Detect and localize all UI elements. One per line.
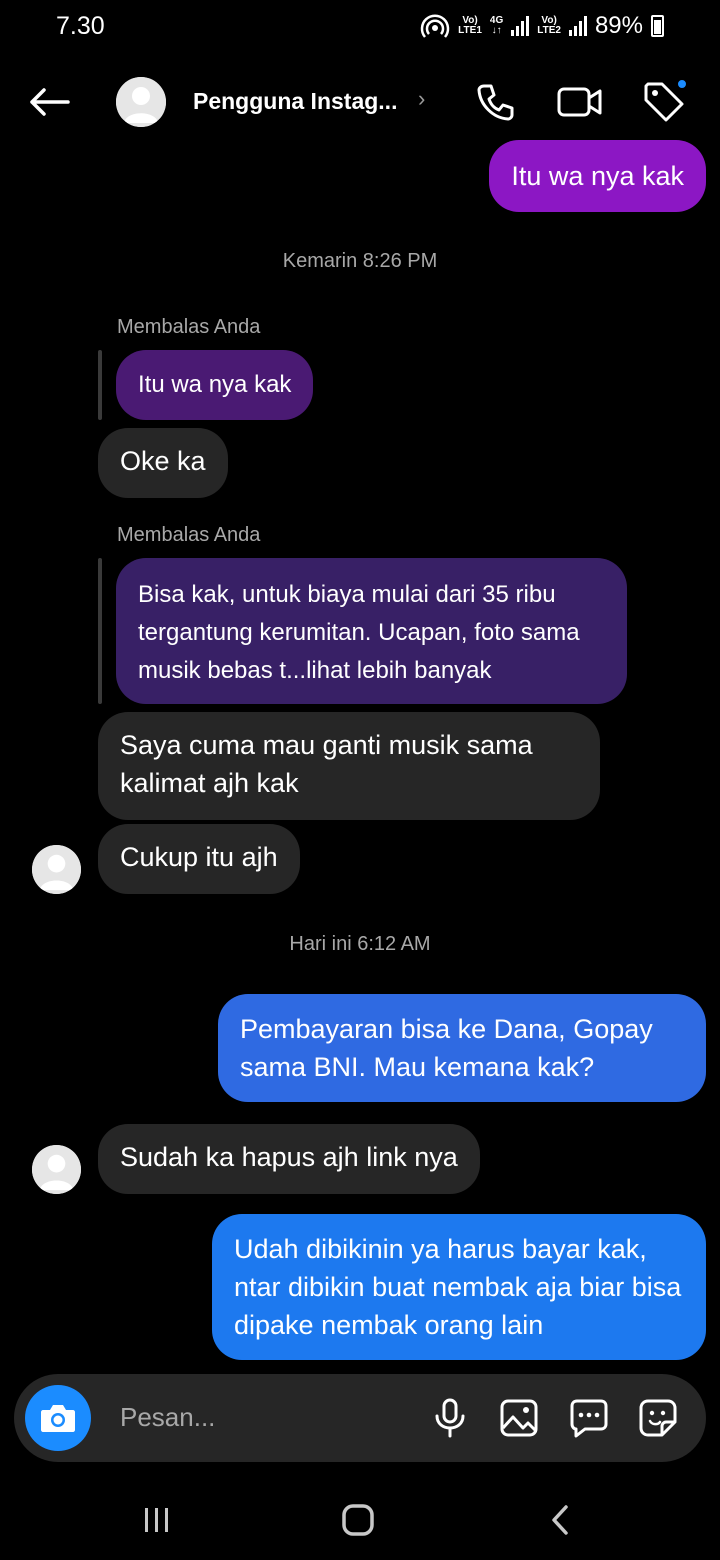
nav-back-button[interactable] <box>530 1498 590 1542</box>
reply-indicator-bar <box>98 350 102 420</box>
notification-dot <box>676 78 688 90</box>
message-input[interactable]: Pesan... <box>120 1402 215 1433</box>
received-message[interactable]: Oke ka <box>98 428 228 498</box>
chat-bubble-icon <box>570 1399 608 1438</box>
gallery-icon <box>500 1399 538 1437</box>
camera-icon <box>41 1405 75 1432</box>
contact-name[interactable]: Pengguna Instag... <box>193 88 397 115</box>
nav-back-icon <box>552 1505 568 1535</box>
battery-percent: 89% <box>594 12 643 39</box>
gallery-button[interactable] <box>497 1396 541 1440</box>
recent-apps-icon <box>145 1508 168 1532</box>
received-message[interactable]: Saya cuma mau ganti musik sama kalimat a… <box>98 712 600 820</box>
call-button[interactable] <box>472 80 520 124</box>
chevron-right-icon[interactable]: › <box>418 86 425 112</box>
sticker-button[interactable] <box>636 1396 680 1440</box>
default-avatar-icon <box>32 1145 81 1194</box>
battery-icon <box>651 15 664 37</box>
home-icon <box>342 1504 374 1536</box>
hotspot-icon <box>420 14 450 38</box>
voice-button[interactable] <box>428 1396 472 1440</box>
quoted-message[interactable]: Itu wa nya kak <box>116 350 314 420</box>
sticker-icon <box>639 1399 677 1437</box>
received-message[interactable]: Sudah ka hapus ajh link nya <box>98 1124 480 1194</box>
sender-avatar[interactable] <box>32 1145 81 1194</box>
chat-header: Pengguna Instag... › <box>0 62 720 142</box>
status-time: 7.30 <box>56 12 105 40</box>
timestamp: Kemarin 8:26 PM <box>282 250 438 272</box>
timestamp: Hari ini 6:12 AM <box>289 933 431 955</box>
received-message[interactable]: Cukup itu ajh <box>98 824 300 894</box>
recent-apps-button[interactable] <box>127 1498 187 1542</box>
signal-icon-2 <box>568 16 587 36</box>
camera-button[interactable] <box>25 1385 91 1451</box>
reply-indicator-bar <box>98 558 102 704</box>
tag-button[interactable] <box>638 78 690 126</box>
default-avatar-icon <box>116 77 166 127</box>
sent-message[interactable]: Udah dibikinin ya harus bayar kak, ntar … <box>212 1214 706 1360</box>
reply-label: Membalas Anda <box>117 524 261 546</box>
video-icon <box>557 87 602 117</box>
phone-icon <box>477 84 514 121</box>
signal-icon-1 <box>511 16 530 36</box>
microphone-icon <box>435 1398 465 1438</box>
back-arrow-icon <box>30 88 70 116</box>
status-icons: Vo) LTE1 4G ↓↑ Vo) LTE2 89% <box>420 12 664 40</box>
sim2-indicator: Vo) LTE2 <box>537 15 561 36</box>
reply-label: Membalas Anda <box>117 316 261 338</box>
default-avatar-icon <box>32 845 81 894</box>
status-bar: 7.30 Vo) LTE1 4G ↓↑ Vo) LTE2 89% <box>0 0 720 56</box>
contact-avatar[interactable] <box>116 77 166 127</box>
network-type: 4G ↓↑ <box>489 15 504 36</box>
chat-menu-button[interactable] <box>567 1396 611 1440</box>
system-nav-bar <box>0 1480 720 1560</box>
back-button[interactable] <box>24 80 74 124</box>
sender-avatar[interactable] <box>32 845 81 894</box>
sent-message[interactable]: Pembayaran bisa ke Dana, Gopay sama BNI.… <box>218 994 706 1102</box>
sent-message[interactable]: Itu wa nya kak <box>489 140 706 212</box>
sim1-indicator: Vo) LTE1 <box>458 15 482 36</box>
message-composer: Pesan... <box>14 1374 706 1462</box>
quoted-message[interactable]: Bisa kak, untuk biaya mulai dari 35 ribu… <box>116 558 627 704</box>
video-call-button[interactable] <box>556 80 604 124</box>
home-button[interactable] <box>328 1498 388 1542</box>
